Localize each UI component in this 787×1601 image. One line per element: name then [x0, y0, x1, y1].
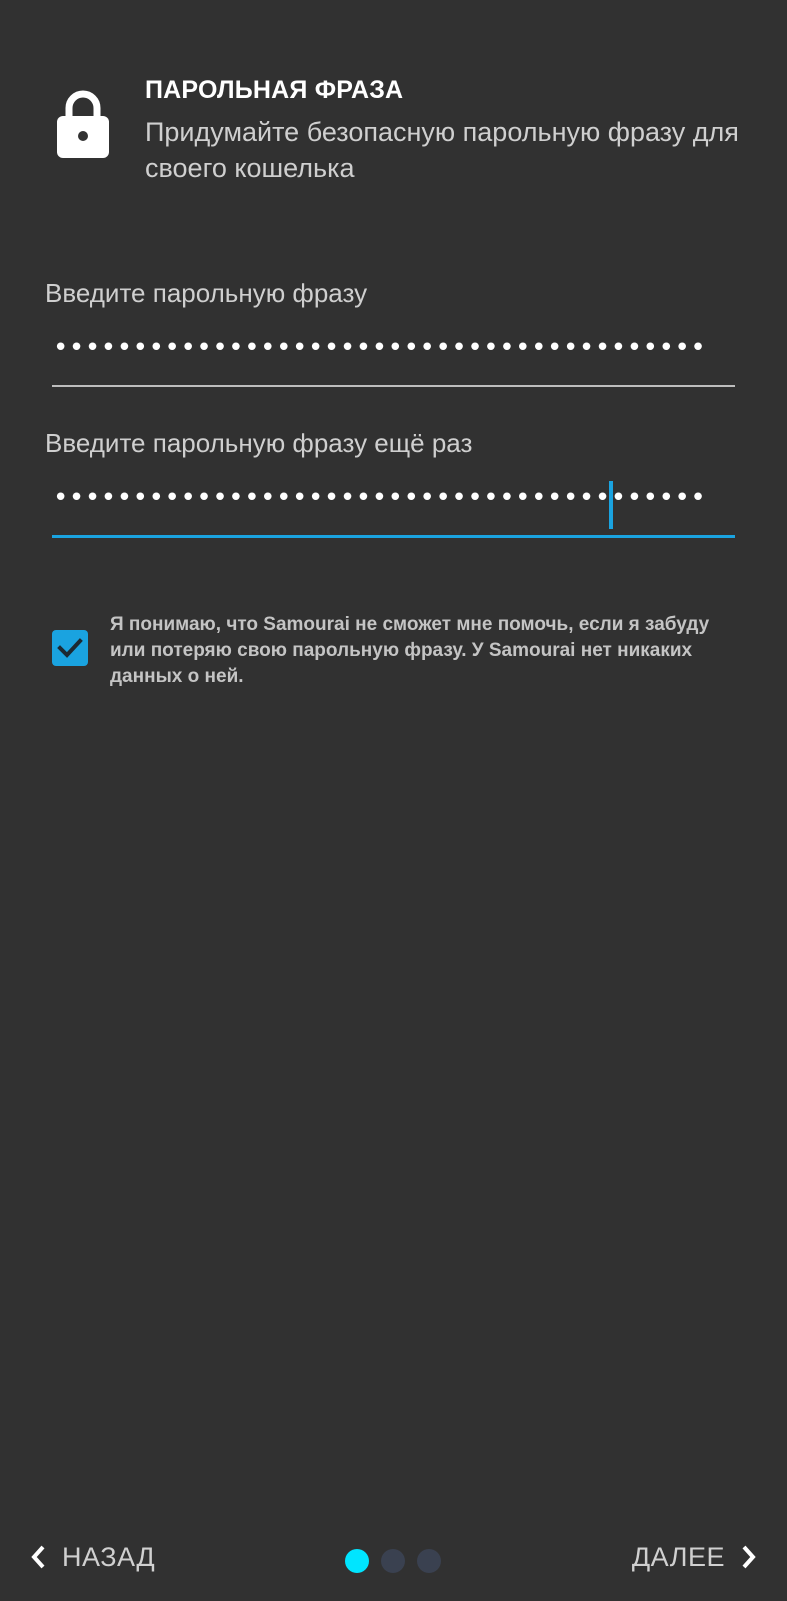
consent-text: Я понимаю, что Samourai не сможет мне по… [110, 614, 710, 687]
back-button[interactable]: НАЗАД [30, 1537, 155, 1577]
next-button-label: ДАЛЕЕ [631, 1541, 725, 1572]
lock-icon [57, 90, 109, 158]
consent-checkbox[interactable] [52, 630, 88, 666]
passphrase-value: ••••••••••••••••••••••••••••••••••••••••… [53, 333, 707, 363]
page-indicator [345, 1549, 441, 1573]
confirm-passphrase-input[interactable]: ••••••••••••••••••••••••••••••••••••••••… [52, 475, 735, 538]
page-title: ПАРОЛЬНАЯ ФРАЗА [145, 76, 404, 104]
passphrase-input[interactable]: ••••••••••••••••••••••••••••••••••••••••… [52, 325, 735, 387]
header: ПАРОЛЬНАЯ ФРАЗА Придумайте безопасную па… [0, 0, 787, 200]
page-dot-1 [345, 1549, 369, 1573]
next-button[interactable]: ДАЛЕЕ [632, 1537, 757, 1577]
footer-nav: НАЗАД ДАЛЕЕ [0, 1505, 787, 1601]
chevron-right-icon [742, 1545, 756, 1569]
page-dot-3 [417, 1549, 441, 1573]
passphrase-label: Введите парольную фразу [45, 278, 368, 308]
consent-row[interactable]: Я понимаю, что Samourai не сможет мне по… [50, 608, 750, 688]
checkmark-icon [57, 638, 83, 658]
confirm-passphrase-label: Введите парольную фразу ещё раз [45, 428, 473, 458]
page-dot-2 [381, 1549, 405, 1573]
page-subtitle: Придумайте безопасную парольную фразу дл… [145, 117, 739, 183]
text-cursor [609, 481, 613, 529]
chevron-left-icon [31, 1545, 45, 1569]
back-button-label: НАЗАД [62, 1541, 156, 1572]
